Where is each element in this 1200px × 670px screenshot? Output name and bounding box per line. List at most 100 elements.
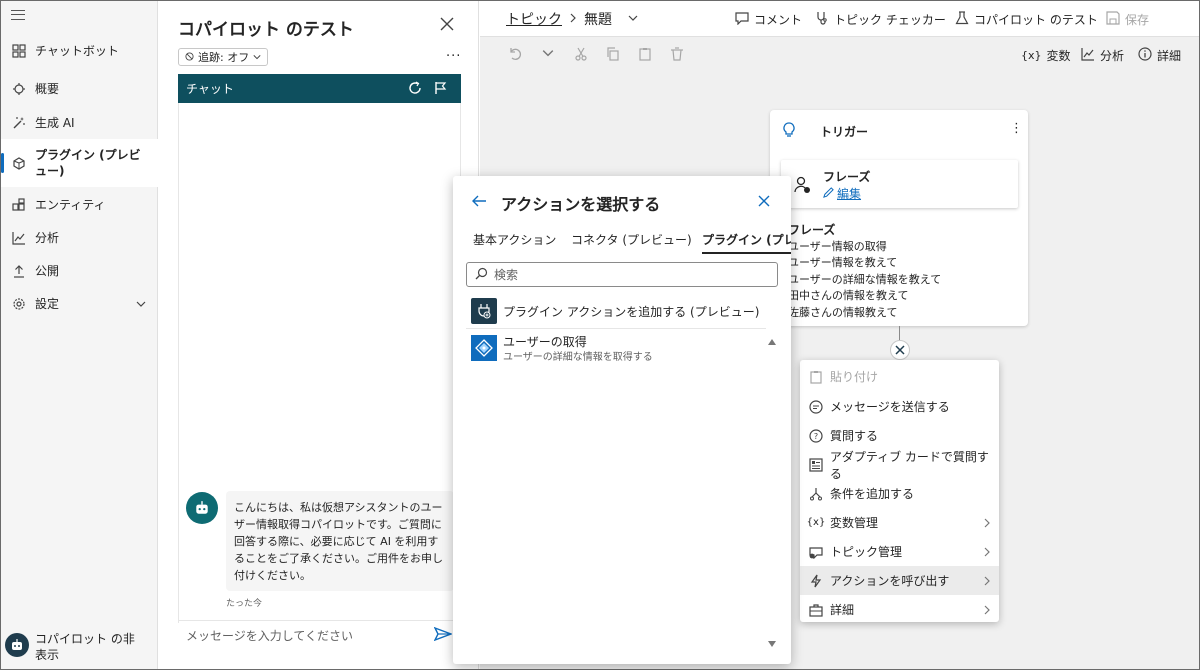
plugin-add-icon bbox=[471, 298, 497, 324]
sidebar-item-label: 公開 bbox=[35, 264, 60, 278]
send-icon[interactable] bbox=[433, 626, 453, 644]
chevron-right-icon bbox=[983, 546, 991, 560]
search-icon bbox=[475, 267, 488, 283]
variables-button[interactable]: {x} 変数 bbox=[1021, 47, 1071, 64]
breadcrumb-topics-link[interactable]: トピック bbox=[506, 9, 562, 29]
menu-item-call-action[interactable]: アクションを呼び出す bbox=[800, 566, 999, 595]
paste-icon bbox=[808, 369, 824, 385]
tab-basic-actions[interactable]: 基本アクション bbox=[473, 231, 556, 248]
add-plugin-action-item[interactable]: プラグイン アクションを追加する (プレビュー) bbox=[471, 298, 759, 324]
chevron-down-icon[interactable] bbox=[628, 11, 638, 27]
upload-icon bbox=[11, 263, 27, 279]
menu-item-topic-management[interactable]: トピック管理 bbox=[800, 537, 999, 566]
flag-icon[interactable] bbox=[434, 81, 448, 98]
menu-item-label: 貼り付け bbox=[830, 370, 879, 384]
topic-name[interactable]: 無題 bbox=[584, 9, 612, 29]
edit-phrases-link[interactable]: 編集 bbox=[823, 185, 861, 202]
sidebar-item-label: 分析 bbox=[35, 231, 60, 245]
scrollbar[interactable] bbox=[766, 331, 778, 651]
sidebar-item-label: 生成 AI bbox=[35, 116, 75, 130]
sidebar-item-generative-ai[interactable]: 生成 AI bbox=[1, 107, 158, 139]
chevron-right-icon bbox=[983, 517, 991, 531]
grid-icon bbox=[11, 43, 27, 59]
lightbulb-icon bbox=[782, 122, 796, 141]
chevron-right-icon bbox=[983, 604, 991, 618]
details-label: 詳細 bbox=[1157, 49, 1182, 63]
phrases-list: フレーズ ユーザー情報の取得 ユーザー情報を教えて ユーザーの詳細な情報を教えて… bbox=[788, 222, 941, 321]
topic-topbar: トピック 無題 コメント トピック チェッカー コパイロット のテスト 保存 bbox=[480, 1, 1199, 37]
menu-item-label: アクションを呼び出す bbox=[830, 574, 950, 588]
paste-icon[interactable] bbox=[638, 47, 652, 64]
pencil-icon bbox=[823, 186, 834, 201]
delete-icon[interactable] bbox=[670, 47, 684, 64]
message-timestamp: たった今 bbox=[226, 599, 263, 609]
menu-item-advanced[interactable]: 詳細 bbox=[800, 595, 999, 624]
briefcase-icon bbox=[808, 602, 824, 618]
back-arrow-icon[interactable] bbox=[471, 194, 487, 211]
tracking-dropdown[interactable]: 追跡: オフ bbox=[178, 48, 269, 66]
chevron-right-icon bbox=[568, 11, 578, 27]
tab-connectors[interactable]: コネクタ (プレビュー) bbox=[571, 231, 692, 248]
close-node-icon[interactable] bbox=[890, 340, 910, 360]
sidebar-item-analytics[interactable]: 分析 bbox=[1, 222, 158, 254]
sidebar-item-settings[interactable]: 設定 bbox=[1, 288, 158, 320]
more-vertical-icon[interactable]: ⋮ bbox=[1010, 121, 1023, 136]
menu-item-ask-question[interactable]: ? 質問する bbox=[800, 421, 999, 450]
close-icon[interactable] bbox=[440, 17, 454, 34]
scroll-down-icon[interactable] bbox=[768, 636, 776, 650]
action-item-title: ユーザーの取得 bbox=[503, 335, 587, 349]
menu-item-paste[interactable]: 貼り付け bbox=[800, 362, 999, 391]
comment-button[interactable]: コメント bbox=[735, 11, 802, 28]
gear-icon bbox=[11, 296, 27, 312]
chevron-down-icon[interactable] bbox=[542, 47, 554, 62]
active-tab-indicator bbox=[702, 252, 791, 254]
menu-item-label: アダプティブ カードで質問する bbox=[829, 449, 989, 481]
cut-icon[interactable] bbox=[574, 47, 588, 64]
editor-toolbar: {x} 変数 分析 詳細 bbox=[480, 37, 1199, 72]
menu-item-add-condition[interactable]: 条件を追加する bbox=[800, 479, 999, 508]
branch-icon bbox=[808, 486, 824, 502]
hide-copilot-toggle[interactable]: コパイロット の非表示 bbox=[5, 631, 135, 663]
sidebar-item-overview[interactable]: 概要 bbox=[1, 73, 158, 105]
more-options-icon[interactable]: ··· bbox=[446, 49, 461, 64]
phrase-item: ユーザー情報を教えて bbox=[788, 256, 898, 269]
search-input[interactable]: 検索 bbox=[466, 262, 778, 287]
topic-checker-button[interactable]: トピック チェッカー bbox=[815, 11, 946, 28]
scroll-up-icon[interactable] bbox=[768, 334, 776, 348]
sidebar-item-entities[interactable]: エンティティ bbox=[1, 189, 158, 221]
sidebar-item-chatbot[interactable]: チャットボット bbox=[1, 35, 158, 67]
action-item-get-user[interactable]: ユーザーの取得 ユーザーの詳細な情報を取得する bbox=[471, 335, 653, 365]
phrases-list-title: フレーズ bbox=[788, 223, 836, 237]
refresh-icon[interactable] bbox=[408, 81, 422, 98]
sidebar-item-publish[interactable]: 公開 bbox=[1, 255, 158, 287]
analytics-button[interactable]: 分析 bbox=[1081, 47, 1124, 64]
menu-item-adaptive-card[interactable]: アダプティブ カードで質問する bbox=[800, 449, 999, 481]
tab-plugins[interactable]: プラグイン (プレビュー) bbox=[702, 231, 791, 248]
hamburger-menu-icon[interactable] bbox=[11, 10, 25, 20]
menu-item-label: 詳細 bbox=[830, 603, 855, 617]
menu-item-label: 質問する bbox=[830, 429, 879, 443]
chevron-down-icon bbox=[136, 298, 146, 312]
copy-icon[interactable] bbox=[606, 47, 620, 64]
phrases-card[interactable]: フレーズ 編集 bbox=[781, 160, 1018, 208]
undo-icon[interactable] bbox=[508, 47, 522, 64]
close-icon[interactable] bbox=[758, 195, 770, 210]
left-nav: チャットボット 概要 生成 AI プラグイン (プレビュー) エンティティ 分析… bbox=[1, 1, 158, 669]
test-copilot-button[interactable]: コパイロット のテスト bbox=[955, 11, 1098, 28]
add-node-menu: 貼り付け メッセージを送信する ? 質問する アダプティブ カードで質問する 条… bbox=[800, 360, 999, 622]
trigger-node[interactable]: トリガー ⋮ フレーズ 編集 フレーズ ユーザー情報の取得 ユーザー情報を教えて… bbox=[770, 110, 1028, 326]
sidebar-item-label: チャットボット bbox=[35, 44, 119, 58]
menu-item-variable-management[interactable]: {x} 変数管理 bbox=[800, 508, 999, 537]
overview-icon bbox=[11, 81, 27, 97]
message-input[interactable]: メッセージを入力してください bbox=[178, 620, 461, 650]
menu-item-label: メッセージを送信する bbox=[830, 400, 950, 414]
phrase-item: 佐藤さんの情報教えて bbox=[788, 305, 898, 319]
chat-header: チャット bbox=[178, 74, 461, 103]
menu-item-send-message[interactable]: メッセージを送信する bbox=[800, 392, 999, 421]
details-button[interactable]: 詳細 bbox=[1138, 47, 1181, 64]
sidebar-item-label: プラグイン (プレビュー) bbox=[35, 148, 141, 178]
sidebar-item-plugins[interactable]: プラグイン (プレビュー) bbox=[1, 139, 158, 187]
comment-icon bbox=[735, 11, 749, 28]
save-button[interactable]: 保存 bbox=[1106, 11, 1149, 28]
info-icon bbox=[1138, 47, 1152, 64]
